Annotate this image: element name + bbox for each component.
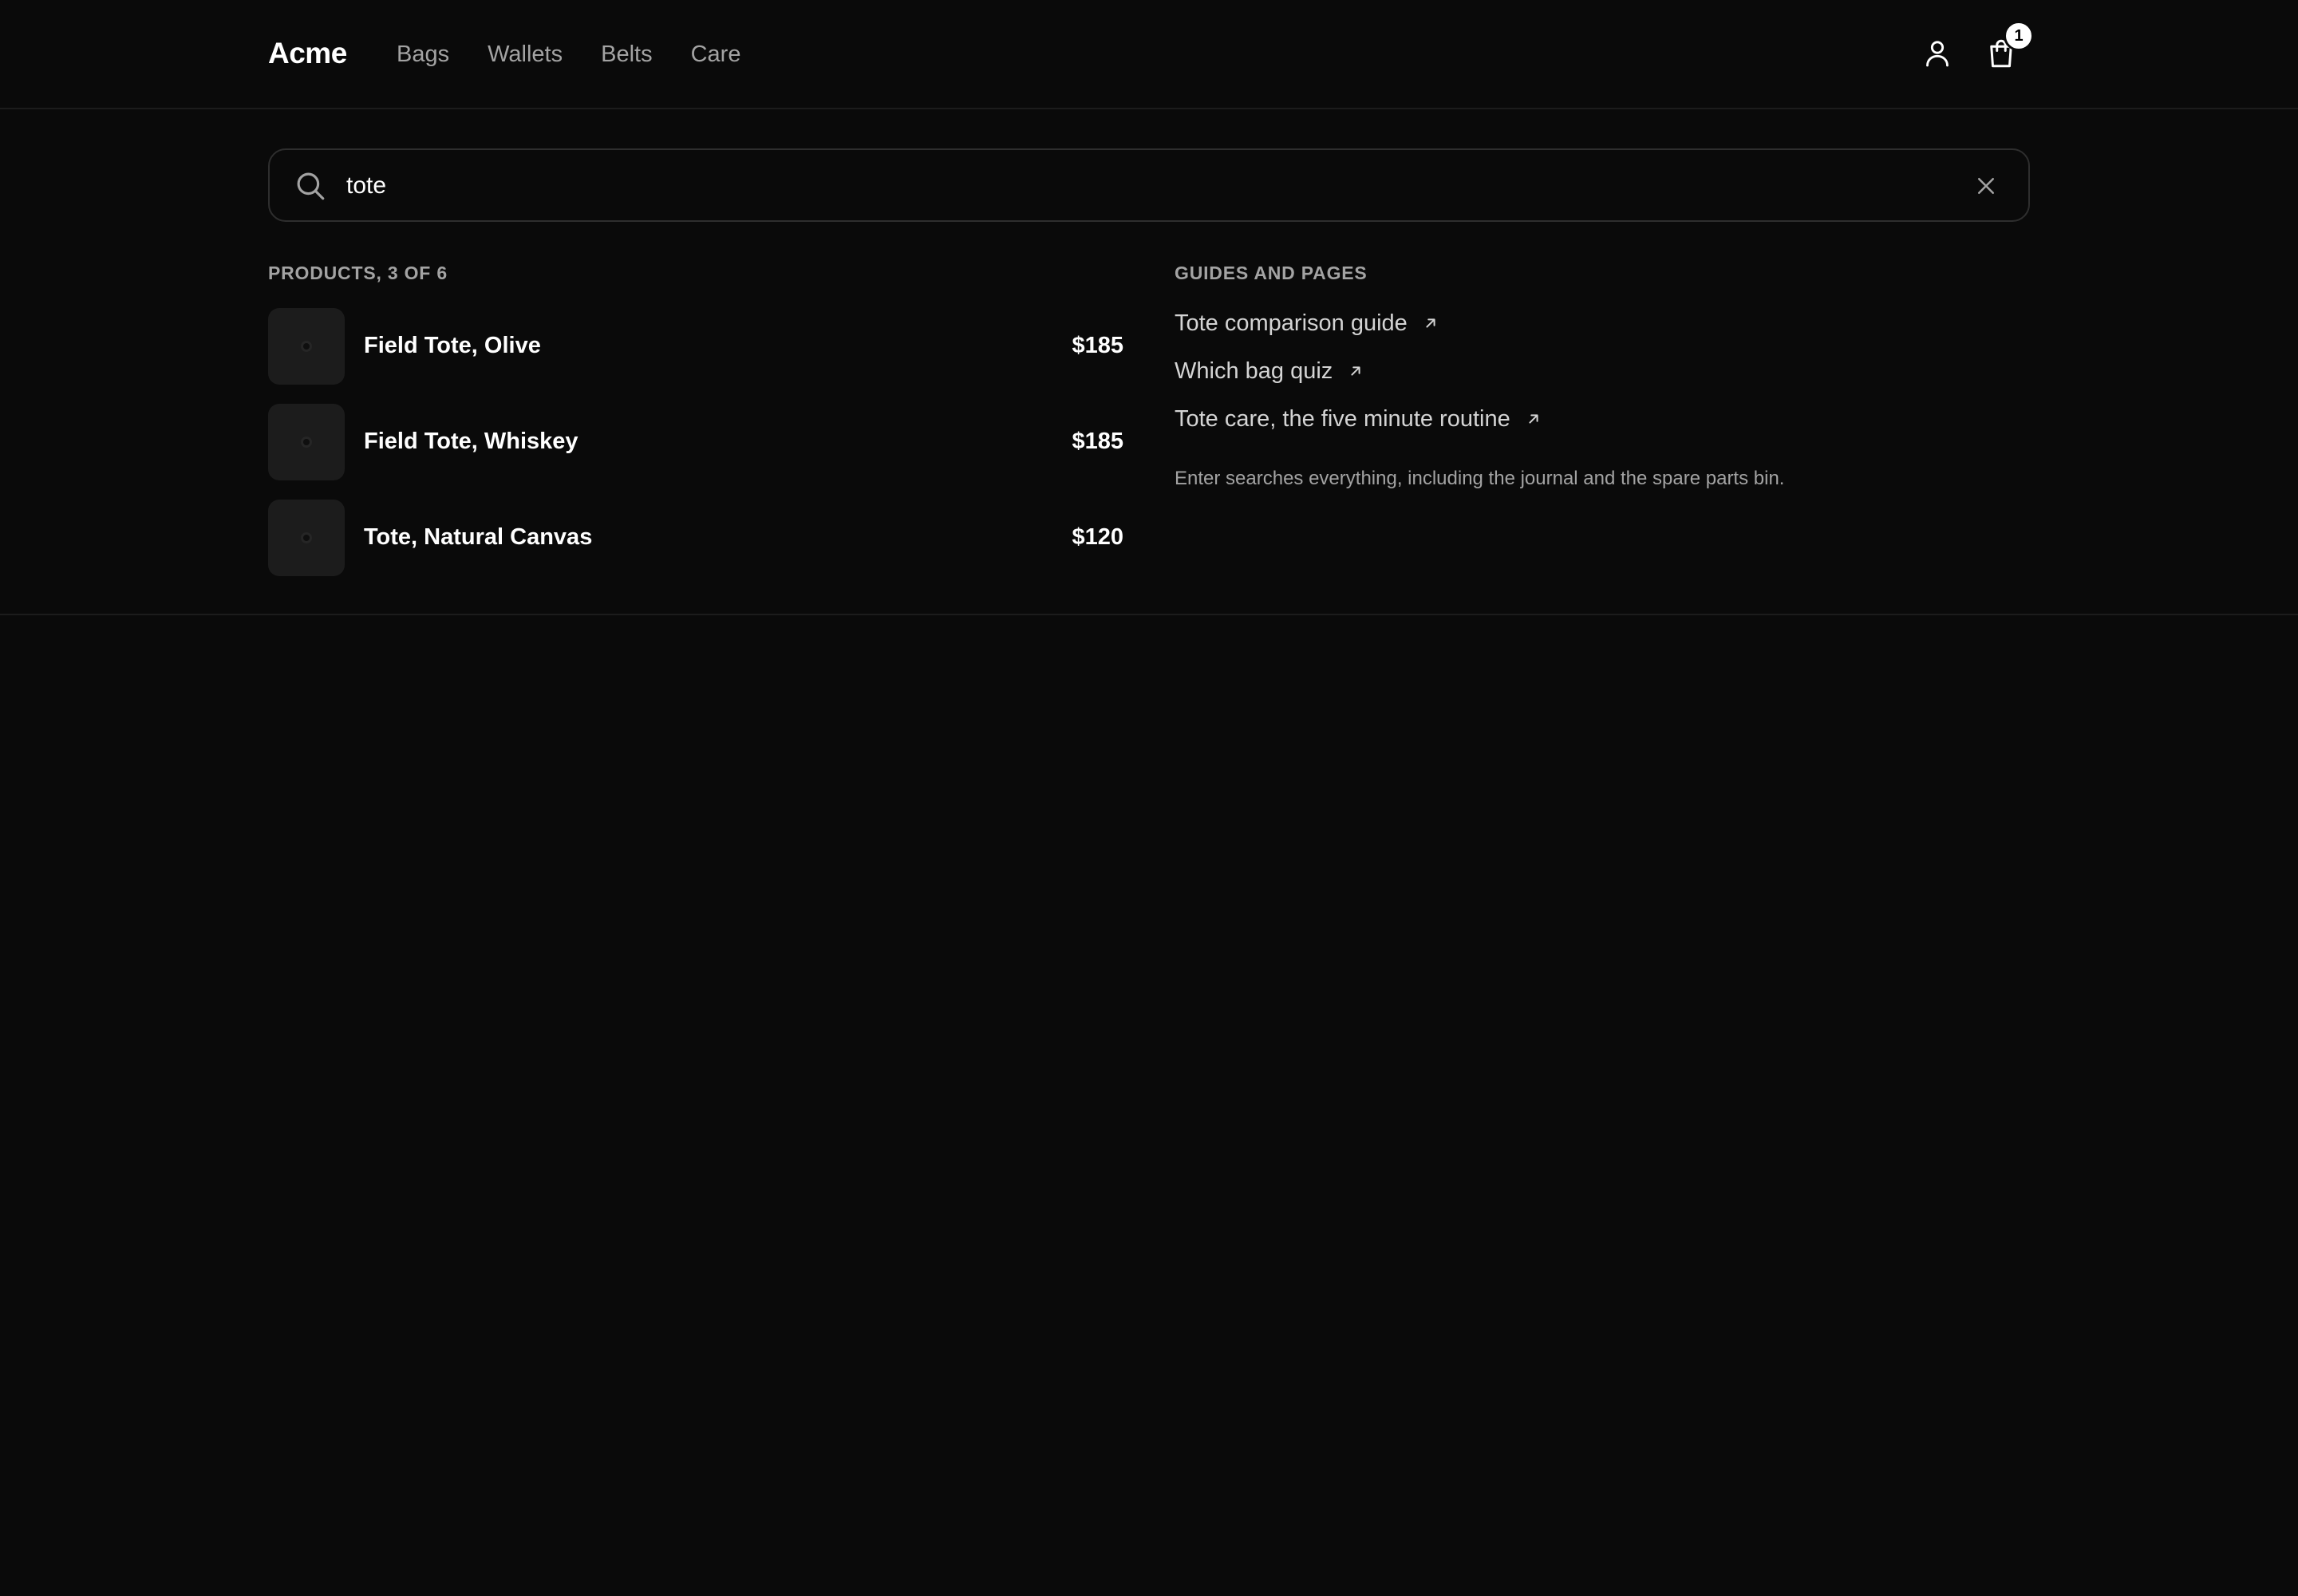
product-thumbnail <box>268 500 345 576</box>
thumbnail-placeholder-icon <box>301 341 312 352</box>
guide-link-tote-comparison[interactable]: Tote comparison guide <box>1175 307 1439 339</box>
cart-count-badge: 1 <box>2004 21 2034 51</box>
product-price: $120 <box>1072 524 1123 550</box>
guide-link-label: Tote care, the five minute routine <box>1175 406 1510 432</box>
site-header: Acme Bags Wallets Belts Care 1 <box>0 0 2298 109</box>
search-input[interactable] <box>346 166 1862 206</box>
product-thumbnail <box>268 308 345 385</box>
guide-link-tote-care[interactable]: Tote care, the five minute routine <box>1175 403 1542 435</box>
arrow-up-right-icon <box>1351 366 1360 376</box>
search-box <box>268 148 2030 222</box>
product-result[interactable]: Tote, Natural Canvas $120 <box>268 500 1123 576</box>
account-button[interactable] <box>1913 30 1961 77</box>
nav-item-bags[interactable]: Bags <box>397 38 449 70</box>
search-panel: PRODUCTS, 3 OF 6 Field Tote, Olive $185 … <box>0 109 2298 615</box>
nav-item-care[interactable]: Care <box>691 38 741 70</box>
product-name: Field Tote, Whiskey <box>364 429 578 454</box>
guide-link-bag-quiz[interactable]: Which bag quiz <box>1175 355 1364 387</box>
product-name: Field Tote, Olive <box>364 333 541 358</box>
close-icon <box>1978 178 1994 194</box>
arrow-up-right-icon <box>1529 414 1538 424</box>
nav-item-wallets[interactable]: Wallets <box>488 38 563 70</box>
search-icon <box>297 172 325 200</box>
main-nav: Bags Wallets Belts Care <box>397 38 779 70</box>
products-heading: PRODUCTS, 3 OF 6 <box>268 263 448 283</box>
guides-heading: GUIDES AND PAGES <box>1175 263 1368 283</box>
product-thumbnail <box>268 404 345 480</box>
nav-item-belts[interactable]: Belts <box>601 38 652 70</box>
product-price: $185 <box>1072 333 1123 358</box>
product-name: Tote, Natural Canvas <box>364 524 593 550</box>
product-result[interactable]: Field Tote, Olive $185 <box>268 308 1123 385</box>
guide-link-label: Tote comparison guide <box>1175 310 1408 336</box>
user-icon <box>1926 41 1949 67</box>
guide-link-label: Which bag quiz <box>1175 358 1333 384</box>
logo[interactable]: Acme <box>268 35 347 72</box>
thumbnail-placeholder-icon <box>301 437 312 448</box>
search-hint: Enter searches everything, including the… <box>1175 468 1785 489</box>
thumbnail-placeholder-icon <box>301 532 312 543</box>
arrow-up-right-icon <box>1426 318 1435 328</box>
product-result[interactable]: Field Tote, Whiskey $185 <box>268 404 1123 480</box>
product-price: $185 <box>1072 429 1123 454</box>
clear-search-button[interactable] <box>1968 168 2004 204</box>
